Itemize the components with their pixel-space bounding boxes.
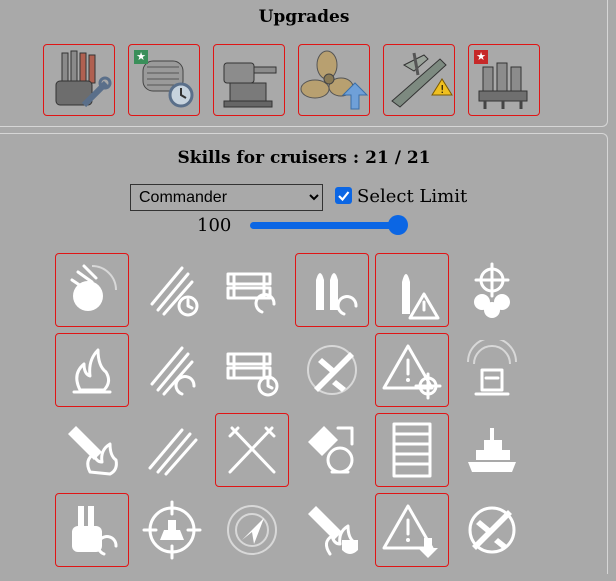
- star-badge-icon: ★: [134, 50, 148, 64]
- skill-demolition-expert[interactable]: [55, 413, 129, 487]
- limit-value: 100: [197, 215, 232, 236]
- warning-crosshair-icon: [382, 344, 442, 400]
- upgrades-title: Upgrades: [258, 7, 350, 27]
- compass-icon: [227, 505, 277, 555]
- skill-fire-chance[interactable]: [55, 333, 129, 407]
- torpedoes-icon: [148, 428, 198, 476]
- skill-torpedo-armament[interactable]: [135, 413, 209, 487]
- torpedo-tube-timer-icon: [226, 352, 279, 397]
- skill-main-battery-reload[interactable]: [295, 253, 369, 327]
- star-badge-icon: ★: [474, 50, 488, 64]
- skill-secondary-battery[interactable]: [375, 413, 449, 487]
- limit-slider-thumb[interactable]: [388, 215, 408, 235]
- main-battery-modification-icon: [55, 50, 112, 108]
- skill-adrenaline-rush[interactable]: [455, 413, 529, 487]
- skill-priority-target[interactable]: [375, 333, 449, 407]
- skill-superintendent[interactable]: [375, 493, 449, 567]
- checkmark-icon: [338, 191, 350, 202]
- skill-aircraft-armor[interactable]: [295, 333, 369, 407]
- torpedoes-reload-icon: [150, 346, 196, 396]
- ship-radar-icon: [467, 340, 517, 396]
- shell-fire-shield-icon: [308, 506, 358, 556]
- shell-reload-icon: [70, 264, 117, 311]
- turret-reload-icon: [72, 506, 118, 556]
- helm-propeller-icon: [474, 262, 510, 318]
- aircraft-target-icon: [307, 345, 357, 395]
- upgrade-secondary-battery[interactable]: [213, 44, 285, 116]
- upgrade-propulsion[interactable]: [298, 44, 370, 116]
- propulsion-modification-icon: [300, 50, 369, 110]
- skill-torpedo-acceleration[interactable]: [135, 253, 209, 327]
- skill-torpedo-reload-speed[interactable]: [135, 333, 209, 407]
- skill-aa-defense[interactable]: [455, 493, 529, 567]
- ship-crosshair-icon: [142, 500, 202, 560]
- crossed-aircraft-icon: [468, 506, 516, 554]
- skills-title: Skills for cruisers : 21 / 21: [177, 148, 431, 168]
- fire-icon: [72, 348, 112, 394]
- skill-main-battery-turrets[interactable]: [55, 493, 129, 567]
- shell-warning-icon: [402, 274, 440, 320]
- upgrade-engine[interactable]: ★: [468, 44, 540, 116]
- shells-reload-icon: [316, 273, 358, 316]
- skill-heavy-he-shells[interactable]: [295, 493, 369, 567]
- skill-propulsion[interactable]: [455, 253, 529, 327]
- skill-incoming-fire-alert[interactable]: [215, 493, 289, 567]
- select-limit-label: Select Limit: [357, 186, 468, 207]
- upgrade-aiming-systems[interactable]: ★: [128, 44, 200, 116]
- select-limit-checkbox[interactable]: [335, 187, 352, 204]
- warning-download-icon: [382, 504, 438, 558]
- skill-torpedo-reload[interactable]: [215, 253, 289, 327]
- skill-top-grade-gunner[interactable]: [215, 413, 289, 487]
- svg-text:!: !: [440, 83, 444, 96]
- limit-slider-track[interactable]: [250, 222, 400, 229]
- skill-inertia-fuse[interactable]: [295, 413, 369, 487]
- shell-armor-icon: [308, 426, 354, 474]
- shell-fire-icon: [68, 426, 118, 476]
- ammo-belt-icon: [392, 422, 432, 478]
- skill-gun-feeder[interactable]: [55, 253, 129, 327]
- skill-torpedo-timer[interactable]: [215, 333, 289, 407]
- upgrade-aircraft[interactable]: !: [383, 44, 455, 116]
- torpedo-speed-icon: [150, 266, 199, 317]
- battleship-icon: [468, 428, 516, 472]
- crossed-weapons-icon: [228, 426, 276, 474]
- commander-select[interactable]: Commander: [130, 184, 323, 211]
- skill-consumables-specialist[interactable]: [135, 493, 209, 567]
- torpedo-tube-reload-icon: [226, 272, 276, 314]
- skill-he-penetration[interactable]: [375, 253, 449, 327]
- upgrade-main-battery[interactable]: [43, 44, 115, 116]
- skill-radar[interactable]: [455, 333, 529, 407]
- secondary-battery-modification-icon: [223, 62, 277, 108]
- upgrades-panel: Upgrades ★ ! ★: [0, 0, 608, 127]
- aircraft-modification-icon: !: [391, 52, 453, 108]
